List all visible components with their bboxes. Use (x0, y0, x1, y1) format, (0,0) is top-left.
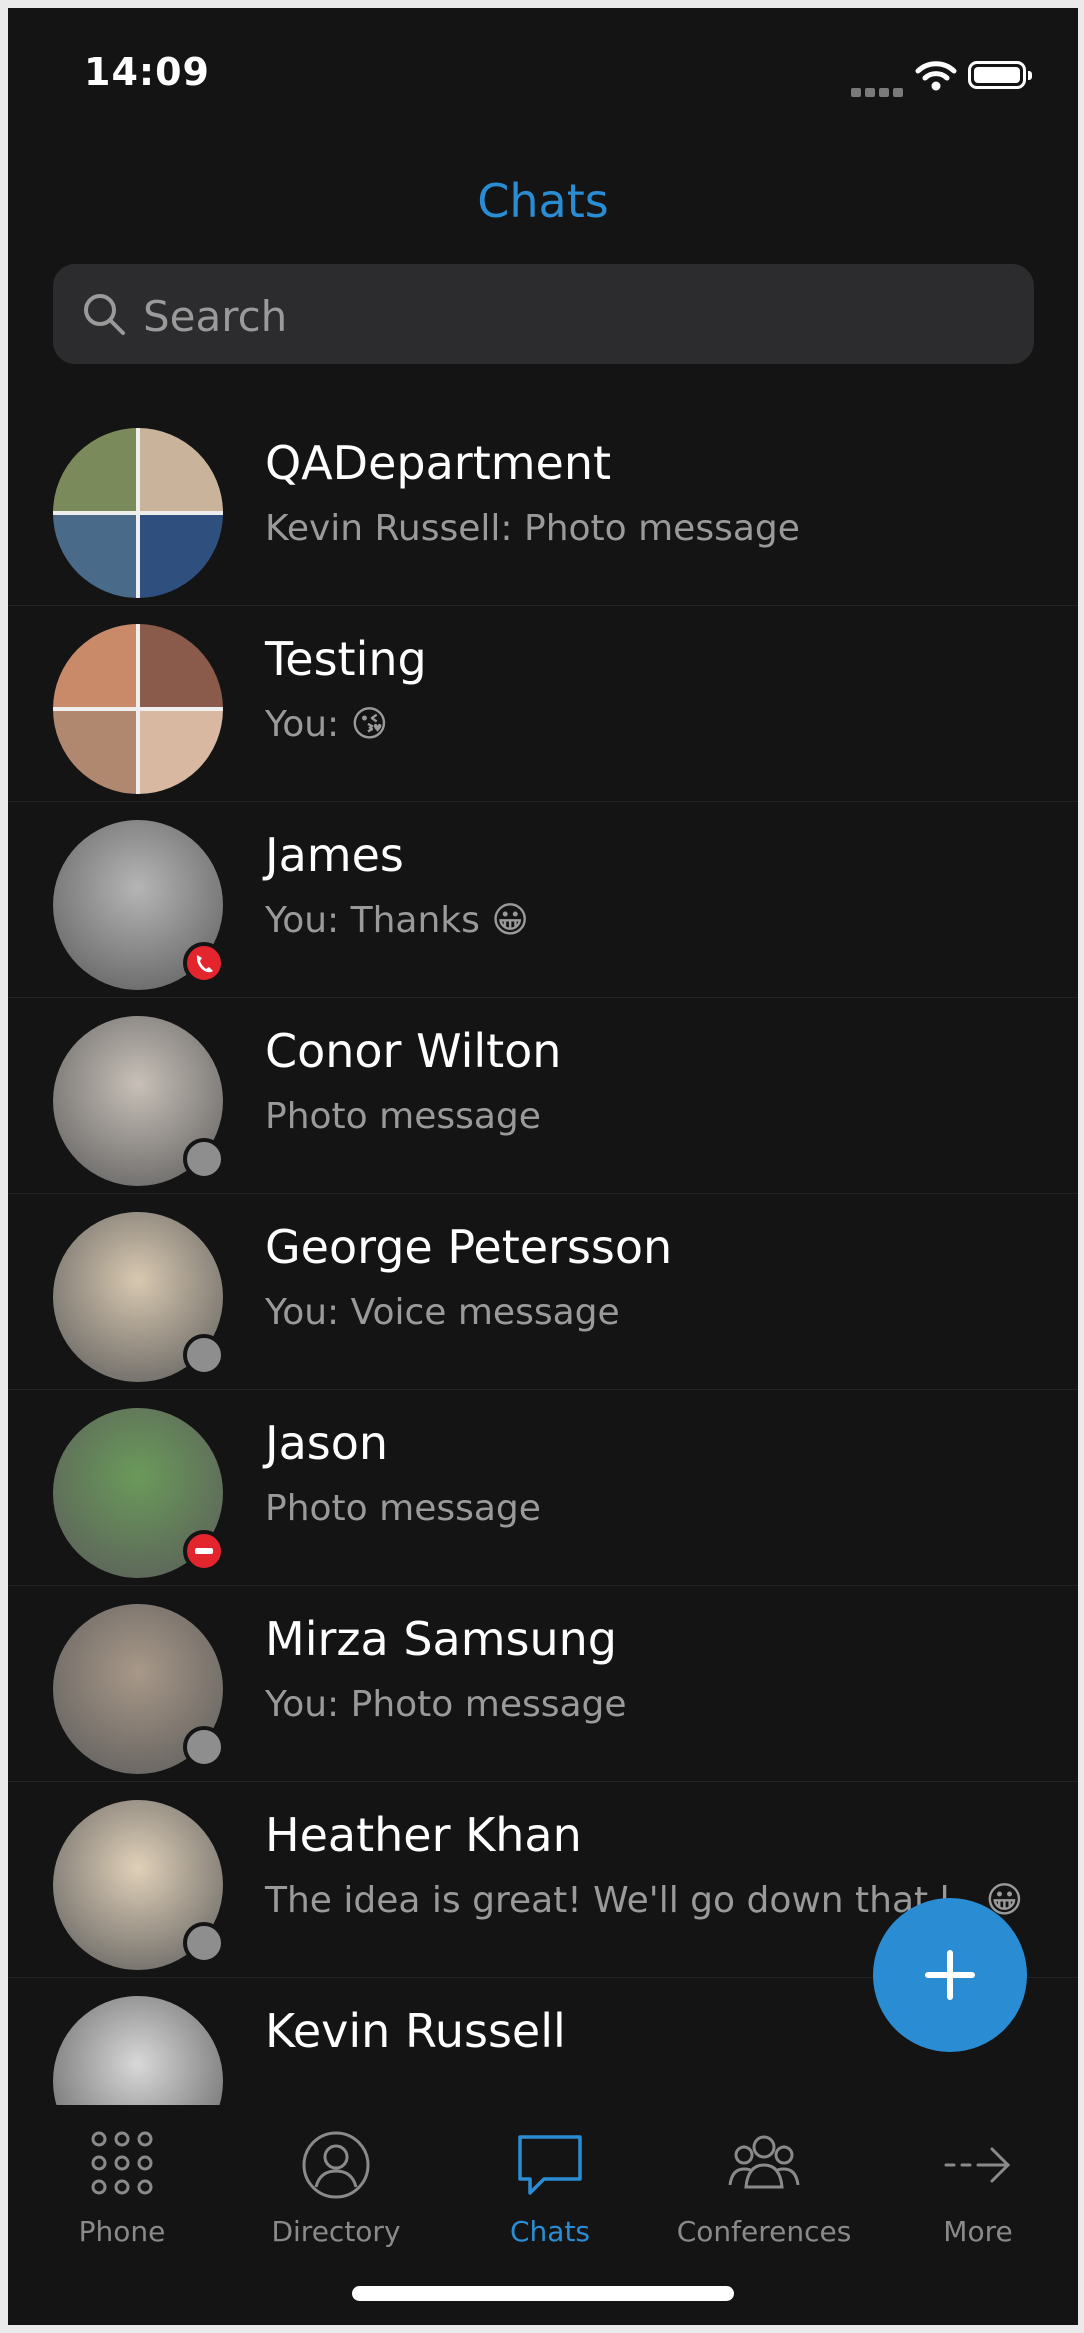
on-call-status-icon (183, 942, 225, 984)
offline-status-icon (183, 1138, 225, 1180)
chat-name: James (265, 828, 404, 882)
chat-name: Kevin Russell (265, 2004, 566, 2058)
chat-list-item[interactable]: James You: Thanks 😀 (8, 802, 1078, 998)
chat-last-message: You: Photo message (265, 1684, 627, 1725)
tab-conferences[interactable]: Conferences (657, 2105, 871, 2305)
chat-name: QADepartment (265, 436, 612, 490)
search-input[interactable]: Search (53, 264, 1034, 364)
chat-name: George Petersson (265, 1220, 673, 1274)
tab-more[interactable]: More (871, 2105, 1078, 2305)
page-title: Chats (477, 174, 609, 228)
chat-list-item[interactable]: Mirza Samsung You: Photo message (8, 1586, 1078, 1782)
tab-phone[interactable]: Phone (15, 2105, 229, 2305)
chat-list-item[interactable]: QADepartment Kevin Russell: Photo message (8, 410, 1078, 606)
chat-name: Testing (265, 632, 427, 686)
chat-last-message: Photo message (265, 1488, 541, 1529)
chat-list-item[interactable]: George Petersson You: Voice message (8, 1194, 1078, 1390)
chat-name: Conor Wilton (265, 1024, 562, 1078)
chat-bubble-icon (518, 2135, 582, 2195)
avatar (53, 624, 223, 794)
avatar (53, 428, 223, 598)
arrow-right-icon (944, 2147, 1011, 2183)
tab-label: More (943, 2215, 1013, 2248)
avatar (53, 1996, 223, 2105)
tab-label: Directory (271, 2215, 401, 2248)
busy-status-icon (183, 1530, 225, 1572)
contact-icon (302, 2131, 370, 2199)
chat-last-message: Photo message (265, 1096, 541, 1137)
phone-screen: 14:09 Chats Search QADepartment Kevin Rus… (8, 8, 1078, 2325)
chat-name: Heather Khan (265, 1808, 582, 1862)
search-placeholder: Search (143, 292, 288, 341)
battery-icon (968, 61, 1032, 89)
chat-last-message: Kevin Russell: Photo message (265, 508, 800, 549)
offline-status-icon (183, 1334, 225, 1376)
clock: 14:09 (84, 50, 210, 94)
tab-directory[interactable]: Directory (229, 2105, 443, 2305)
chat-name: Jason (265, 1416, 389, 1470)
chat-last-message: You: Thanks 😀 (265, 900, 529, 941)
offline-status-icon (183, 1922, 225, 1964)
chat-list[interactable]: QADepartment Kevin Russell: Photo message… (8, 410, 1078, 2105)
chat-last-message: You: Voice message (265, 1292, 620, 1333)
offline-status-icon (183, 1726, 225, 1768)
cellular-signal-icon (851, 82, 907, 101)
chat-list-item[interactable]: Conor Wilton Photo message (8, 998, 1078, 1194)
chat-name: Mirza Samsung (265, 1612, 618, 1666)
tab-label: Conferences (676, 2215, 852, 2248)
tab-chats[interactable]: Chats (443, 2105, 657, 2305)
dialpad-icon (91, 2131, 153, 2195)
new-chat-button[interactable] (873, 1898, 1027, 2052)
status-bar: 14:09 (8, 8, 1078, 138)
chat-list-item[interactable]: Jason Photo message (8, 1390, 1078, 1586)
group-icon (728, 2135, 800, 2189)
tab-label: Chats (509, 2215, 591, 2248)
chat-last-message: You: 😘 (265, 704, 389, 745)
wifi-icon (915, 61, 957, 91)
chat-list-item[interactable]: Testing You: 😘 (8, 606, 1078, 802)
home-indicator[interactable] (352, 2286, 734, 2301)
tab-label: Phone (78, 2215, 166, 2248)
search-icon (84, 294, 125, 335)
